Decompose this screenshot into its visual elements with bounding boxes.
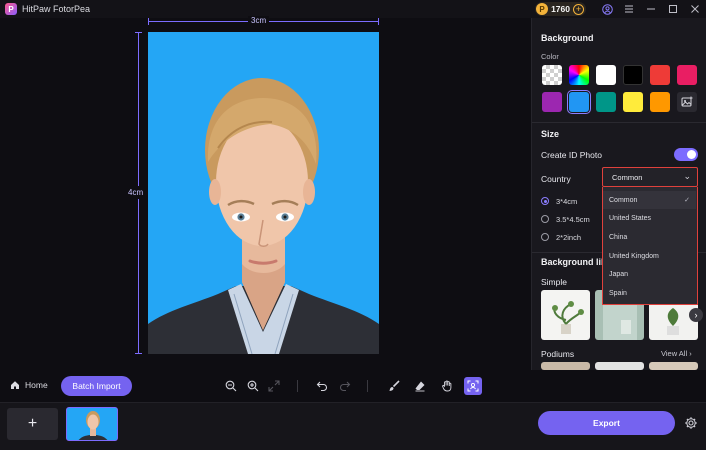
country-label: Country: [541, 174, 571, 184]
hand-pan-icon[interactable]: [439, 378, 455, 394]
swatch-transparent[interactable]: [542, 65, 562, 85]
maximize-icon[interactable]: [662, 0, 684, 18]
user-account-icon[interactable]: [596, 0, 618, 18]
library-thumb-plant[interactable]: [541, 290, 590, 340]
footer-bar: + Export: [0, 402, 706, 450]
coin-icon: P: [536, 3, 549, 15]
thumbnail-portrait: [78, 411, 108, 440]
minimize-icon[interactable]: [640, 0, 662, 18]
batch-import-button[interactable]: Batch Import: [61, 376, 132, 396]
swatch-blue[interactable]: [567, 90, 591, 114]
export-button[interactable]: Export: [538, 411, 675, 435]
country-select[interactable]: Common ⌄: [602, 167, 698, 187]
swatch-teal[interactable]: [596, 92, 616, 112]
swatch-yellow[interactable]: [623, 92, 643, 112]
library-next-icon[interactable]: ›: [689, 308, 703, 322]
home-button[interactable]: Home: [10, 380, 48, 390]
chevron-down-icon: ⌄: [683, 171, 691, 181]
country-select-value: Common: [612, 173, 643, 182]
country-dropdown-menu: Common ✓ United States China United Kingd…: [602, 187, 698, 305]
podium-thumb[interactable]: [595, 362, 644, 370]
swatch-purple[interactable]: [542, 92, 562, 112]
size-label-3-5x4-5: 3.5*4.5cm: [556, 215, 590, 224]
swatch-custom-color[interactable]: [569, 65, 589, 85]
color-label: Color: [541, 52, 559, 61]
podium-thumb[interactable]: [649, 362, 698, 370]
fit-screen-icon[interactable]: [266, 378, 282, 394]
swatch-orange[interactable]: [650, 92, 670, 112]
simple-label: Simple: [541, 277, 567, 287]
background-section-title: Background: [541, 33, 594, 43]
size-label-3x4: 3*4cm: [556, 197, 578, 206]
size-radio-3-5x4-5[interactable]: [541, 215, 549, 223]
add-credits-icon[interactable]: +: [573, 3, 584, 15]
create-id-photo-toggle[interactable]: [674, 148, 698, 161]
create-id-photo-label: Create ID Photo: [541, 150, 602, 160]
size-radio-2x2[interactable]: [541, 233, 549, 241]
size-radio-3x4[interactable]: [541, 197, 549, 205]
upload-background-icon[interactable]: [677, 92, 697, 112]
face-detect-icon[interactable]: [464, 377, 482, 395]
app-logo-icon: P: [5, 3, 17, 15]
swatch-white[interactable]: [596, 65, 616, 85]
brush-icon[interactable]: [386, 378, 402, 394]
credits-badge[interactable]: P 1760 +: [535, 2, 586, 16]
dropdown-item-spain[interactable]: Spain: [603, 284, 696, 302]
size-section-title: Size: [541, 129, 560, 139]
canvas-area[interactable]: 3cm 4cm: [0, 16, 531, 370]
dropdown-item-china[interactable]: China: [603, 228, 696, 246]
gear-icon[interactable]: [684, 416, 698, 430]
check-icon: ✓: [684, 197, 690, 204]
image-thumbnail[interactable]: [66, 407, 118, 441]
undo-icon[interactable]: [314, 378, 330, 394]
zoom-out-icon[interactable]: [223, 378, 239, 394]
podiums-label: Podiums: [541, 349, 575, 359]
zoom-in-icon[interactable]: [245, 378, 261, 394]
dropdown-item-united-kingdom[interactable]: United Kingdom: [603, 247, 696, 265]
width-measure-label: 3cm: [248, 16, 270, 25]
app-title: HitPaw FotorPea: [22, 4, 91, 14]
size-label-2x2: 2*2inch: [556, 233, 582, 242]
view-all-link[interactable]: View All ›: [661, 349, 692, 358]
dropdown-item-common[interactable]: Common ✓: [603, 191, 696, 209]
background-library-title: Background lib: [541, 257, 607, 267]
menu-icon[interactable]: [618, 0, 640, 18]
editor-toolbar: Home Batch Import: [0, 370, 531, 402]
portrait-image: [148, 78, 379, 354]
redo-icon[interactable]: [337, 378, 353, 394]
swatch-red[interactable]: [650, 65, 670, 85]
dropdown-item-japan[interactable]: Japan: [603, 265, 696, 283]
height-measure-label: 4cm: [128, 186, 144, 199]
id-photo-preview[interactable]: [148, 32, 379, 354]
close-icon[interactable]: [684, 0, 706, 18]
credit-count: 1760: [551, 4, 570, 14]
dropdown-item-united-states[interactable]: United States: [603, 209, 696, 227]
add-image-button[interactable]: +: [7, 408, 58, 440]
swatch-black[interactable]: [623, 65, 643, 85]
swatch-pink[interactable]: [677, 65, 697, 85]
podium-thumb[interactable]: [541, 362, 590, 370]
home-icon: [11, 381, 19, 389]
title-bar: P HitPaw FotorPea P 1760 +: [0, 0, 706, 18]
eraser-icon[interactable]: [412, 378, 428, 394]
